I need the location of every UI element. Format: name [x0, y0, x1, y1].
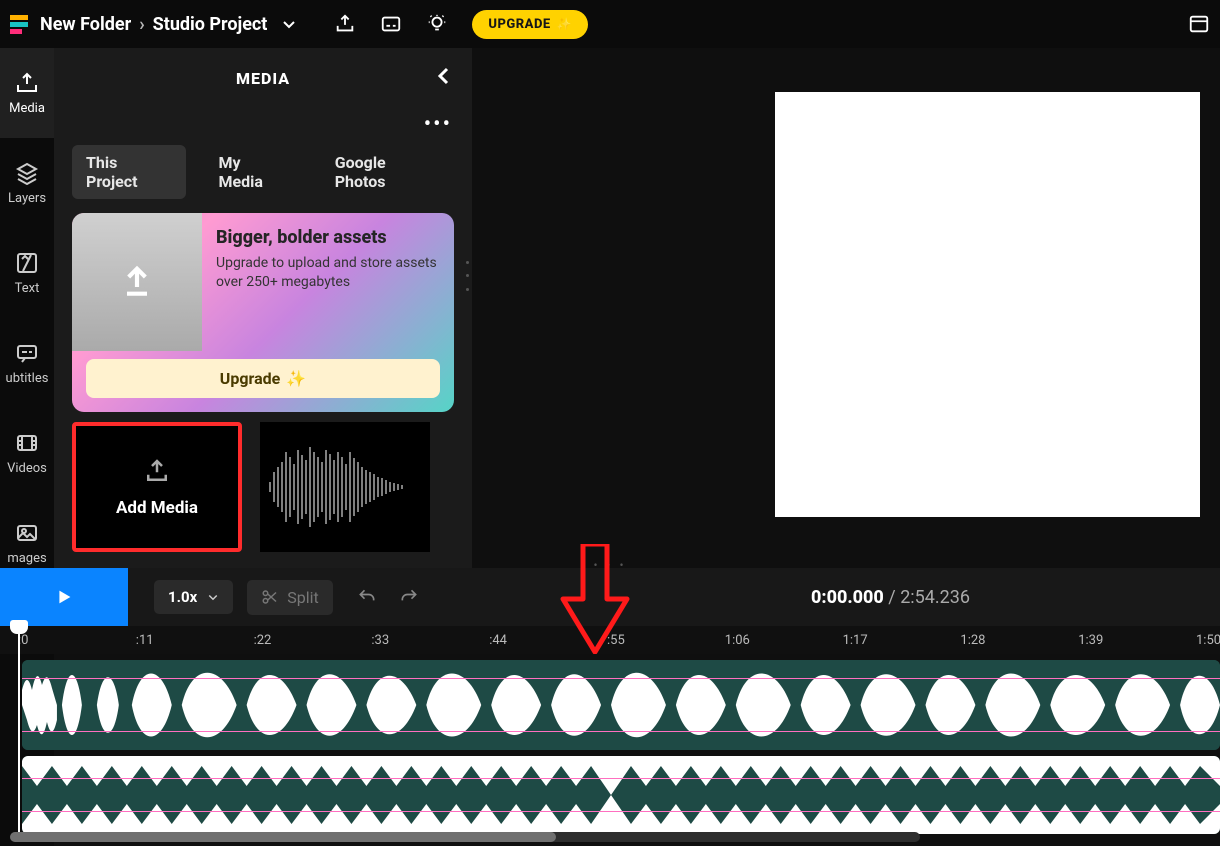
playback-speed[interactable]: 1.0x [154, 580, 233, 614]
promo-upgrade-label: Upgrade [220, 369, 281, 388]
rail-label: mages [7, 551, 46, 566]
ruler-tick: 1:28 [960, 633, 985, 648]
ruler-tick: :22 [254, 633, 272, 648]
tab-this-project[interactable]: This Project [72, 145, 186, 199]
timeline-tracks [0, 654, 1220, 840]
media-grid: Add Media [54, 422, 472, 552]
upgrade-label: UPGRADE [488, 17, 550, 32]
breadcrumb-project[interactable]: Studio Project [153, 14, 268, 35]
promo-heading: Bigger, bolder assets [216, 227, 440, 248]
promo-body: Upgrade to upload and store assets over … [216, 254, 440, 292]
speed-label: 1.0x [168, 588, 197, 606]
chevron-down-icon[interactable] [281, 16, 297, 32]
play-button[interactable] [0, 568, 128, 626]
upgrade-promo: Bigger, bolder assets Upgrade to upload … [72, 213, 454, 412]
rail-label: Media [9, 101, 45, 116]
audio-thumbnail[interactable] [260, 422, 430, 552]
top-actions: UPGRADE ✨ [334, 10, 588, 39]
time-total: 2:54.236 [900, 587, 970, 608]
rail-label: ubtitles [6, 371, 49, 386]
upgrade-button[interactable]: UPGRADE ✨ [472, 10, 588, 39]
ruler-tick: :11 [136, 633, 154, 648]
promo-thumbnail [72, 213, 202, 351]
ruler-tick: 1:06 [725, 633, 750, 648]
lightbulb-icon[interactable] [426, 13, 448, 35]
more-menu-icon[interactable]: ••• [424, 112, 452, 137]
sparkle-icon: ✨ [557, 17, 572, 31]
rail-item-media[interactable]: Media [0, 48, 54, 138]
sparkle-icon: ✨ [286, 369, 306, 388]
ruler-tick: :44 [489, 633, 507, 648]
rail-item-subtitles[interactable]: ubtitles [0, 318, 54, 408]
add-media-label: Add Media [116, 498, 198, 518]
panel-icon[interactable] [1188, 13, 1210, 35]
rail-item-videos[interactable]: Videos [0, 408, 54, 498]
ruler-tick: 1:17 [843, 633, 868, 648]
ruler-tick: 1:50 [1196, 633, 1220, 648]
rail-label: Text [15, 281, 40, 296]
annotation-arrow [555, 544, 635, 654]
time-current: 0:00.000 [811, 587, 884, 608]
timecode: 0:00.000 / 2:54.236 [811, 587, 970, 608]
chevron-right-icon: › [139, 14, 144, 35]
preview-canvas[interactable] [775, 92, 1200, 517]
breadcrumb-folder[interactable]: New Folder [40, 14, 131, 35]
panel-title: MEDIA [236, 69, 290, 88]
promo-upgrade-button[interactable]: Upgrade ✨ [86, 359, 440, 398]
add-media-tile[interactable]: Add Media [72, 422, 242, 552]
breadcrumb[interactable]: New Folder › Studio Project [40, 14, 297, 35]
scrollbar-thumb[interactable] [10, 832, 556, 842]
audio-track-1[interactable] [22, 660, 1220, 750]
ruler-tick: 1:39 [1078, 633, 1103, 648]
tab-my-media[interactable]: My Media [204, 145, 302, 199]
export-icon[interactable] [334, 13, 356, 35]
redo-icon[interactable] [399, 587, 419, 607]
horizontal-scrollbar[interactable] [10, 832, 920, 842]
ruler-tick: :33 [371, 633, 389, 648]
media-panel: MEDIA ••• This Project My Media Google P… [54, 48, 472, 568]
top-bar: New Folder › Studio Project UPGRADE ✨ [0, 0, 1220, 48]
audio-track-2[interactable] [22, 756, 1220, 834]
split-button[interactable]: Split [247, 580, 333, 615]
panel-header: MEDIA [54, 48, 472, 108]
caption-icon[interactable] [380, 13, 402, 35]
app-logo [10, 15, 28, 34]
rail-label: Layers [8, 191, 46, 206]
rail-item-layers[interactable]: Layers [0, 138, 54, 228]
tab-google-photos[interactable]: Google Photos [321, 145, 454, 199]
media-tabs: This Project My Media Google Photos [54, 145, 472, 213]
rail-label: Videos [7, 461, 47, 476]
split-label: Split [287, 588, 319, 607]
collapse-icon[interactable] [434, 66, 454, 86]
rail-item-text[interactable]: Text [0, 228, 54, 318]
undo-icon[interactable] [357, 587, 377, 607]
panel-resize-handle[interactable] [464, 256, 472, 296]
